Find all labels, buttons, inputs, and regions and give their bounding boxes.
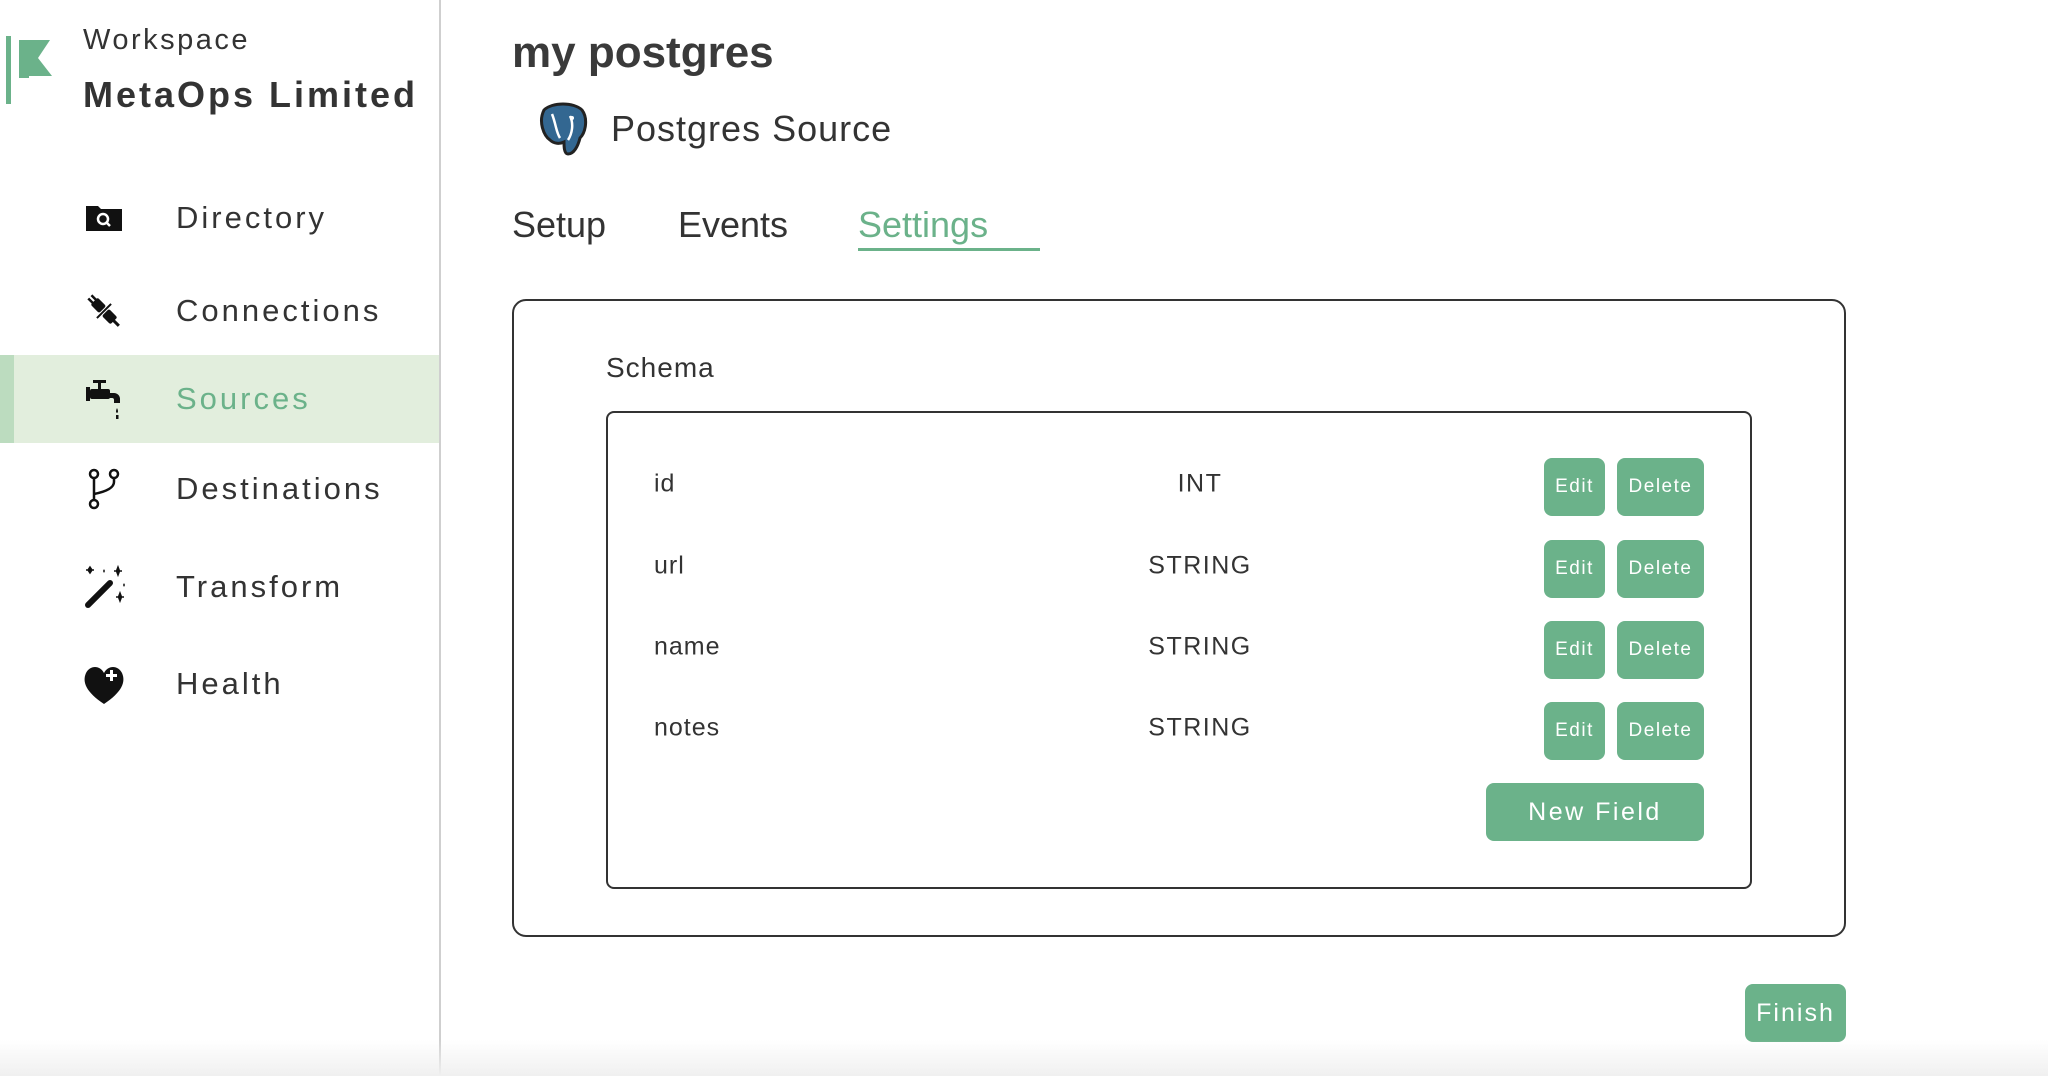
plug-icon xyxy=(87,294,120,327)
field-name: id xyxy=(654,469,676,498)
schema-label: Schema xyxy=(606,352,715,383)
tab-events[interactable]: Events xyxy=(678,204,788,246)
sidebar-item-directory[interactable]: Directory xyxy=(0,174,439,262)
delete-button[interactable]: Delete xyxy=(1617,621,1704,679)
field-name: url xyxy=(654,551,685,580)
sidebar-item-label: Sources xyxy=(176,381,311,416)
finish-button[interactable]: Finish xyxy=(1745,984,1846,1042)
field-type: STRING xyxy=(1148,632,1252,661)
workspace-label: Workspace xyxy=(83,24,251,56)
sidebar: Workspace MetaOps Limited Directory Conn… xyxy=(0,0,441,1076)
page-title: my postgres xyxy=(512,28,774,77)
faucet-icon xyxy=(86,380,120,419)
postgres-elephant-icon xyxy=(540,102,588,156)
delete-button[interactable]: Delete xyxy=(1617,540,1704,598)
folder-search-icon xyxy=(86,206,122,231)
flag-logo-icon xyxy=(6,36,52,104)
workspace-name[interactable]: MetaOps Limited xyxy=(83,74,418,116)
schema-row: name STRING Edit Delete xyxy=(0,621,2048,679)
schema-row: id INT Edit Delete xyxy=(0,458,2048,516)
edit-button[interactable]: Edit xyxy=(1544,458,1605,516)
edit-button[interactable]: Edit xyxy=(1544,540,1605,598)
schema-row: notes STRING Edit Delete xyxy=(0,702,2048,760)
edit-button[interactable]: Edit xyxy=(1544,621,1605,679)
field-name: notes xyxy=(654,713,721,742)
tab-setup[interactable]: Setup xyxy=(512,204,606,246)
schema-row: url STRING Edit Delete xyxy=(0,540,2048,598)
active-tab-underline xyxy=(858,248,1040,251)
sidebar-item-connections[interactable]: Connections xyxy=(0,267,439,355)
source-name: Postgres Source xyxy=(611,108,893,149)
tab-settings[interactable]: Settings xyxy=(858,204,988,246)
new-field-button[interactable]: New Field xyxy=(1486,783,1704,841)
field-type: STRING xyxy=(1148,713,1252,742)
sidebar-item-label: Connections xyxy=(176,293,382,328)
field-name: name xyxy=(654,632,721,661)
delete-button[interactable]: Delete xyxy=(1617,702,1704,760)
field-type: STRING xyxy=(1148,551,1252,580)
delete-button[interactable]: Delete xyxy=(1617,458,1704,516)
sidebar-item-label: Directory xyxy=(176,200,328,235)
app-window: Workspace MetaOps Limited Directory Conn… xyxy=(0,0,2048,1076)
sidebar-item-sources[interactable]: Sources xyxy=(0,355,439,443)
edit-button[interactable]: Edit xyxy=(1544,702,1605,760)
field-type: INT xyxy=(1177,469,1223,498)
